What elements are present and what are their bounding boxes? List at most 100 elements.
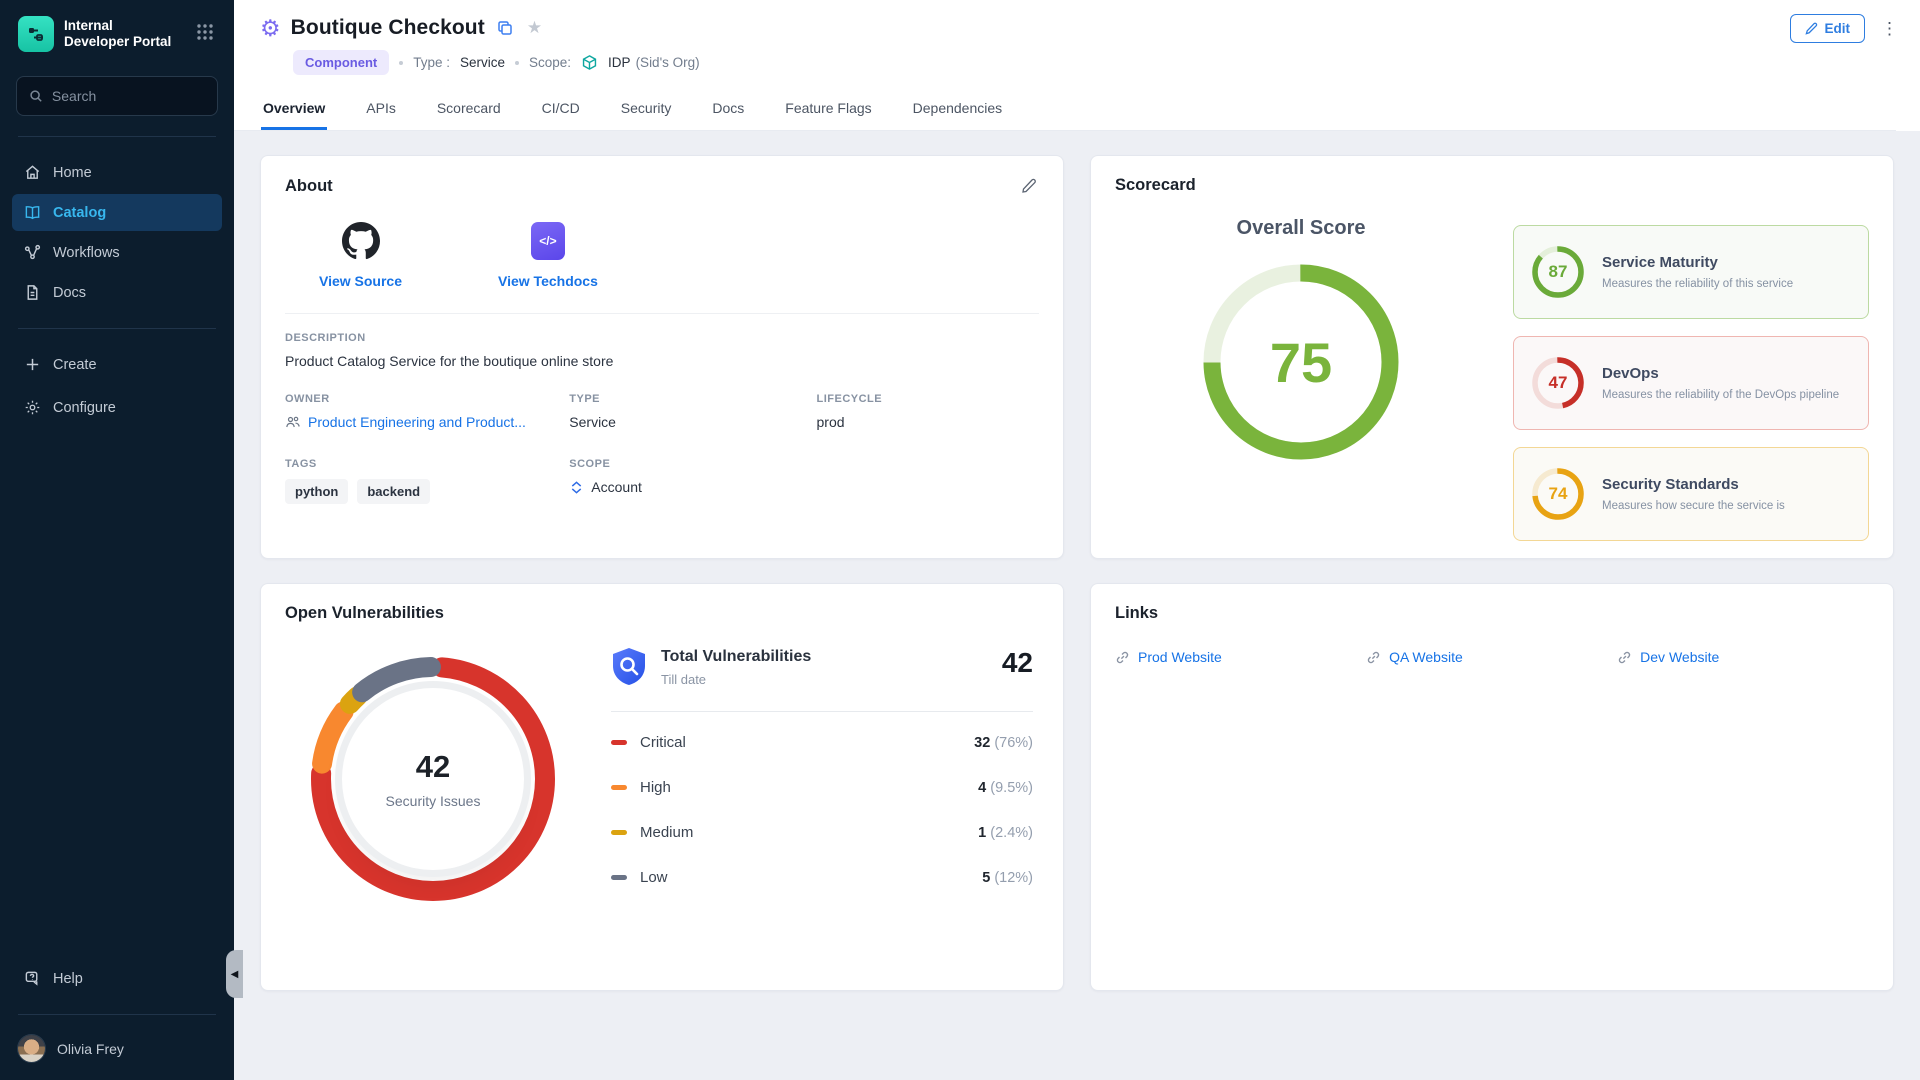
score-description: Measures the reliability of this service [1602,278,1793,290]
techdocs-icon: </> [531,222,565,260]
tag-backend[interactable]: backend [357,479,430,504]
scorecard-item-security-standards[interactable]: 74 Security Standards Measures how secur… [1513,447,1869,541]
type-field: TYPE Service [569,393,816,430]
tab-dependencies[interactable]: Dependencies [911,91,1005,130]
security-issues-count: 42 [416,749,450,785]
more-options-button[interactable]: ⋮ [1881,20,1898,37]
legend-value: 32 (76%) [974,735,1033,751]
sidebar-item-label: Catalog [53,205,106,221]
workflow-icon [24,244,41,261]
qa-website-link[interactable]: QA Website [1366,649,1617,665]
app-logo [18,16,54,52]
main-area: ⚙ Boutique Checkout ★ Component Type : S… [234,0,1920,1080]
divider [18,328,216,329]
view-techdocs-link[interactable]: </> View Techdocs [498,222,598,289]
scope-org: (Sid's Org) [636,55,700,70]
view-source-label: View Source [319,273,402,289]
score-value: 47 [1530,355,1586,411]
favorite-star-button[interactable]: ★ [525,16,544,40]
tags-field: TAGS python backend [285,458,569,504]
copy-name-button[interactable] [495,18,515,38]
sidebar-item-create[interactable]: Create [12,346,222,383]
view-techdocs-label: View Techdocs [498,273,598,289]
score-ring: 47 [1530,355,1586,411]
about-edit-button[interactable] [1019,176,1039,196]
scope-account-label: Account [591,479,642,495]
overall-score-value: 75 [1195,256,1407,468]
prod-website-link[interactable]: Prod Website [1115,649,1366,665]
help-chat-icon [24,970,41,987]
scorecard-item-service-maturity[interactable]: 87 Service Maturity Measures the reliabi… [1513,225,1869,319]
score-name: Security Standards [1602,476,1785,493]
total-vulnerabilities-value: 42 [1002,647,1033,679]
link-icon [1366,650,1381,665]
dot-separator [515,61,519,65]
about-title: About [285,177,333,196]
sidebar-item-home[interactable]: Home [12,154,222,191]
app-window: Internal Developer Portal [0,0,1920,1080]
high-dash-icon [611,785,627,790]
sidebar-item-help[interactable]: Help [12,960,222,997]
owner-name: Product Engineering and Product... [308,414,526,430]
sidebar-item-label: Create [53,357,97,373]
type-value: Service [460,55,505,70]
sidebar-item-catalog[interactable]: Catalog [12,194,222,231]
scope-value: IDP [608,55,631,70]
tab-cicd[interactable]: CI/CD [540,91,582,130]
view-source-link[interactable]: View Source [319,222,402,289]
type-label: Type : [413,55,450,70]
overall-score-label: Overall Score [1237,217,1366,240]
pencil-icon [1805,22,1818,35]
search-icon [29,88,43,104]
book-icon [24,204,41,221]
tab-apis[interactable]: APIs [364,91,398,130]
plus-icon [24,356,41,373]
scorecard-item-devops[interactable]: 47 DevOps Measures the reliability of th… [1513,336,1869,430]
total-vulnerabilities-label: Total Vulnerabilities [661,648,811,666]
score-value: 74 [1530,466,1586,522]
copy-icon [497,20,513,36]
github-icon [342,222,380,260]
tab-security[interactable]: Security [619,91,674,130]
sidebar-item-docs[interactable]: Docs [12,274,222,311]
links-card: Links Prod Website QA Website [1090,583,1894,991]
dev-website-link[interactable]: Dev Website [1617,649,1868,665]
divider [611,711,1033,712]
legend-value: 1 (2.4%) [978,825,1033,841]
score-description: Measures how secure the service is [1602,500,1785,512]
total-vulnerabilities-row: Total Vulnerabilities Till date 42 [611,647,1033,687]
score-name: DevOps [1602,365,1839,382]
search-box[interactable] [16,76,218,116]
user-menu[interactable]: Olivia Frey [0,1021,234,1080]
link-label: Dev Website [1640,649,1719,665]
avatar [18,1035,45,1062]
low-dash-icon [611,875,627,880]
legend-row-critical: Critical 32 (76%) [611,720,1033,765]
owner-link[interactable]: Product Engineering and Product... [285,414,569,430]
legend-label: Critical [640,734,686,751]
vulnerabilities-donut: 42 Security Issues [301,647,565,911]
entity-meta-row: Component Type : Service Scope: IDP (Sid… [293,50,1896,75]
tab-overview[interactable]: Overview [261,91,327,130]
logo-row: Internal Developer Portal [0,0,234,66]
tab-bar: Overview APIs Scorecard CI/CD Security D… [234,91,1896,131]
sidebar-item-workflows[interactable]: Workflows [12,234,222,271]
tab-feature-flags[interactable]: Feature Flags [783,91,873,130]
score-value: 87 [1530,244,1586,300]
sidebar-collapse-handle[interactable]: ◀ [226,950,243,998]
sidebar-item-configure[interactable]: Configure [12,389,222,426]
search-input[interactable] [52,88,205,104]
security-issues-caption: Security Issues [386,793,481,809]
edit-button[interactable]: Edit [1790,14,1866,43]
score-description: Measures the reliability of the DevOps p… [1602,389,1839,401]
link-icon [1617,650,1632,665]
tag-python[interactable]: python [285,479,348,504]
till-date-label: Till date [661,672,811,687]
legend-row-high: High 4 (9.5%) [611,765,1033,810]
sidebar: Internal Developer Portal [0,0,234,1080]
score-name: Service Maturity [1602,254,1793,271]
tab-scorecard[interactable]: Scorecard [435,91,503,130]
tab-docs[interactable]: Docs [710,91,746,130]
apps-grid-icon[interactable] [192,19,218,50]
link-icon [1115,650,1130,665]
